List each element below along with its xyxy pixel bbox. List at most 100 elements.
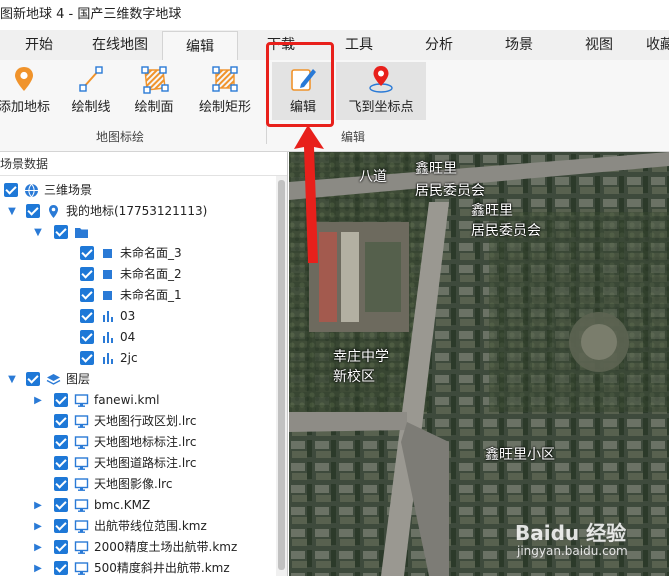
tree-checkbox[interactable] bbox=[54, 414, 68, 428]
tree-checkbox[interactable] bbox=[54, 540, 68, 554]
tree-checkbox[interactable] bbox=[54, 498, 68, 512]
draw-polygon-icon bbox=[141, 66, 169, 94]
tree-checkbox[interactable] bbox=[54, 519, 68, 533]
tree-row-label: 三维场景 bbox=[44, 183, 93, 197]
tab-view[interactable]: 视图 bbox=[568, 30, 630, 60]
map-label: 新校区 bbox=[333, 369, 375, 385]
tree-row-label: 出航带线位范围.kmz bbox=[94, 519, 207, 533]
group-label-map-plotting: 地图标绘 bbox=[95, 130, 144, 144]
panel-title: 场景数据 bbox=[0, 152, 287, 176]
tree-row[interactable]: 天地图行政区划.lrc bbox=[0, 411, 276, 432]
map-label: 居民委员会 bbox=[471, 223, 541, 239]
tree-row-label: 天地图行政区划.lrc bbox=[94, 414, 197, 428]
tree-row[interactable]: ▶ bmc.KMZ bbox=[0, 495, 276, 516]
bar-chart-icon bbox=[103, 353, 113, 364]
tree-row[interactable]: 未命名面_1 bbox=[0, 285, 276, 306]
draw-line-label: 绘制线 bbox=[71, 100, 111, 115]
panel-scrollbar[interactable] bbox=[276, 176, 287, 576]
tree-row-label: fanewi.kml bbox=[94, 393, 160, 407]
tree-checkbox[interactable] bbox=[54, 393, 68, 407]
tree-row-label: 未命名面_2 bbox=[120, 267, 182, 281]
map-view[interactable]: 鑫旺里 居民委员会 鑫旺里 居民委员会 幸庄中学 新校区 鑫旺里小区 八道 Ba… bbox=[289, 152, 669, 576]
tree-checkbox[interactable] bbox=[80, 309, 94, 323]
expand-arrow-icon[interactable]: ▶ bbox=[32, 516, 44, 537]
monitor-icon bbox=[74, 394, 89, 407]
tree-row[interactable]: ▶ 2000精度土场出航带.kmz bbox=[0, 537, 276, 558]
tree-row[interactable]: 天地图地标标注.lrc bbox=[0, 432, 276, 453]
tree-row[interactable]: ▼ 我的地标(17753121113) bbox=[0, 201, 276, 222]
tree-checkbox[interactable] bbox=[26, 372, 40, 386]
tree-row[interactable]: ▼ 图层 bbox=[0, 369, 276, 390]
tab-favorites[interactable]: 收藏 bbox=[640, 30, 669, 60]
tree-row-label: 我的地标(17753121113) bbox=[66, 204, 208, 218]
tree-row[interactable]: 未命名面_3 bbox=[0, 243, 276, 264]
tree-row[interactable]: ▶ 出航带线位范围.kmz bbox=[0, 516, 276, 537]
tree-checkbox[interactable] bbox=[80, 330, 94, 344]
bar-chart-icon bbox=[103, 311, 113, 322]
draw-polygon-label: 绘制面 bbox=[134, 100, 174, 115]
collapse-arrow-icon[interactable]: ▼ bbox=[6, 201, 18, 222]
monitor-icon bbox=[74, 499, 89, 512]
tree-checkbox[interactable] bbox=[54, 435, 68, 449]
tab-analysis[interactable]: 分析 bbox=[408, 30, 470, 60]
tree-checkbox[interactable] bbox=[54, 456, 68, 470]
tab-tools[interactable]: 工具 bbox=[328, 30, 390, 60]
tree-row[interactable]: 04 bbox=[0, 327, 276, 348]
collapse-arrow-icon[interactable]: ▼ bbox=[32, 222, 44, 243]
monitor-icon bbox=[74, 562, 89, 575]
tree-checkbox[interactable] bbox=[54, 225, 68, 239]
map-label: 鑫旺里 bbox=[471, 203, 513, 219]
tab-online-map[interactable]: 在线地图 bbox=[80, 30, 160, 60]
tree-checkbox[interactable] bbox=[26, 204, 40, 218]
tree-row-label: 天地图道路标注.lrc bbox=[94, 456, 197, 470]
tab-edit[interactable]: 编辑 bbox=[162, 31, 238, 61]
scroll-thumb[interactable] bbox=[278, 180, 285, 570]
tree-row-label: 天地图影像.lrc bbox=[94, 477, 173, 491]
tree-checkbox[interactable] bbox=[80, 267, 94, 281]
draw-rectangle-button[interactable]: 绘制矩形 bbox=[190, 62, 260, 120]
add-placemark-label: 添加地标 bbox=[0, 100, 50, 115]
globe-icon bbox=[25, 183, 38, 198]
add-placemark-button[interactable]: 添加地标 bbox=[0, 62, 56, 120]
app-window: 图新地球 4 - 国产三维数字地球 开始 在线地图 编辑 下载 工具 分析 场景… bbox=[0, 0, 669, 576]
tree-checkbox[interactable] bbox=[80, 246, 94, 260]
monitor-icon bbox=[74, 478, 89, 491]
map-label: 幸庄中学 bbox=[333, 349, 389, 365]
tree-checkbox[interactable] bbox=[4, 183, 18, 197]
tab-start[interactable]: 开始 bbox=[8, 30, 70, 60]
tree-row[interactable]: 2jc bbox=[0, 348, 276, 369]
expand-arrow-icon[interactable]: ▶ bbox=[32, 537, 44, 558]
tree-row[interactable]: 天地图道路标注.lrc bbox=[0, 453, 276, 474]
tab-scene[interactable]: 场景 bbox=[488, 30, 550, 60]
tree-row[interactable]: 未命名面_2 bbox=[0, 264, 276, 285]
expand-arrow-icon[interactable]: ▶ bbox=[32, 558, 44, 576]
map-label: 八道 bbox=[359, 169, 387, 185]
fly-to-point-button[interactable]: 飞到坐标点 bbox=[336, 62, 426, 120]
monitor-icon bbox=[74, 520, 89, 533]
collapse-arrow-icon[interactable]: ▼ bbox=[6, 369, 18, 390]
draw-polygon-button[interactable]: 绘制面 bbox=[124, 62, 184, 120]
tree-row[interactable]: 天地图影像.lrc bbox=[0, 474, 276, 495]
expand-arrow-icon[interactable]: ▶ bbox=[32, 390, 44, 411]
monitor-icon bbox=[74, 457, 89, 470]
placemark-pin-icon bbox=[15, 67, 33, 91]
draw-line-button[interactable]: 绘制线 bbox=[62, 62, 120, 120]
tree-row[interactable]: ▼ bbox=[0, 222, 276, 243]
expand-arrow-icon[interactable]: ▶ bbox=[32, 495, 44, 516]
baidu-watermark-url: jingyan.baidu.com bbox=[517, 544, 628, 558]
tree-checkbox[interactable] bbox=[54, 477, 68, 491]
tree-row[interactable]: 三维场景 bbox=[0, 180, 276, 201]
menu-tabs: 开始 在线地图 编辑 下载 工具 分析 场景 视图 收藏 bbox=[0, 30, 669, 61]
scene-data-panel: 场景数据 三维场景 ▼ 我的地标(17753121113) ▼ 未命名面_3 未命名面_2… bbox=[0, 152, 288, 576]
tree-checkbox[interactable] bbox=[54, 561, 68, 575]
placemark-icon bbox=[49, 205, 58, 218]
tree-row[interactable]: 03 bbox=[0, 306, 276, 327]
tree-row-label: 03 bbox=[120, 309, 136, 323]
draw-rectangle-icon bbox=[212, 66, 238, 92]
tree-row[interactable]: ▶ fanewi.kml bbox=[0, 390, 276, 411]
map-label: 鑫旺里 bbox=[415, 161, 457, 177]
tree-row[interactable]: ▶ 500精度斜井出航带.kmz bbox=[0, 558, 276, 576]
tree-checkbox[interactable] bbox=[80, 288, 94, 302]
tree-row-label: 天地图地标标注.lrc bbox=[94, 435, 197, 449]
tree-checkbox[interactable] bbox=[80, 351, 94, 365]
